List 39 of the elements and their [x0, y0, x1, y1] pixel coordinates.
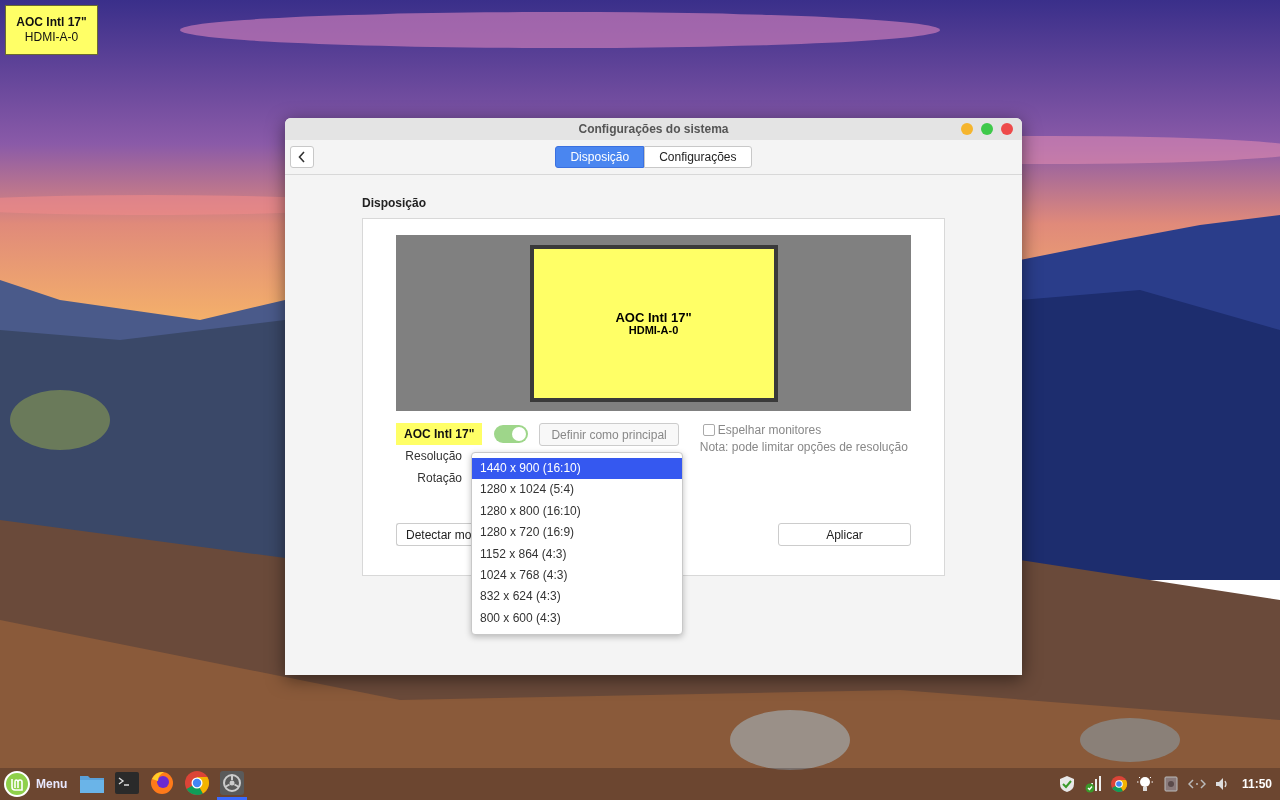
- dropdown-option[interactable]: 832 x 624 (4:3): [472, 586, 682, 608]
- dropdown-option[interactable]: 800 x 600 (4:3): [472, 607, 682, 630]
- apply-button[interactable]: Aplicar: [778, 523, 911, 546]
- field-label: Rotação: [416, 471, 462, 485]
- section-title: Disposição: [362, 196, 427, 210]
- window-title: Configurações do sistema: [578, 122, 729, 136]
- monitor-name: AOC Intl 17": [16, 15, 87, 30]
- field-label: Resolução: [404, 449, 462, 463]
- tab[interactable]: Configurações: [644, 146, 752, 168]
- tab[interactable]: Disposição: [555, 146, 645, 168]
- monitor-name: AOC Intl 17": [615, 310, 692, 324]
- back-button[interactable]: [290, 146, 314, 168]
- chrome-icon: [183, 768, 212, 797]
- dropdown-option[interactable]: 1280 x 720 (16:9): [472, 522, 682, 544]
- menu-button[interactable]: Menu: [4, 771, 68, 797]
- note-text: Nota: pode limitar opções de resolução: [699, 440, 908, 454]
- dropdown-option[interactable]: 1280 x 800 (16:10): [472, 500, 682, 523]
- dropdown-option[interactable]: 1440 x 900 (16:10): [472, 458, 682, 480]
- checkbox-label: Espelhar monitores: [717, 423, 822, 437]
- applet-icon[interactable]: [1161, 775, 1180, 793]
- shield-icon[interactable]: [1057, 775, 1076, 793]
- chevron-left-icon: [298, 151, 306, 163]
- close-button[interactable]: [1001, 123, 1013, 135]
- monitor-preview[interactable]: AOC Intl 17" HDMI-A-0: [529, 245, 778, 402]
- lightbulb-icon[interactable]: [1135, 775, 1154, 793]
- gear-icon: [218, 768, 247, 797]
- toggle-switch[interactable]: [494, 425, 529, 443]
- dropdown-option[interactable]: 1280 x 1024 (5:4): [472, 479, 682, 501]
- checkbox[interactable]: [702, 424, 715, 436]
- monitor-port: HDMI-A-0: [24, 30, 79, 45]
- detect-button[interactable]: Detectar mo: [396, 523, 471, 546]
- launcher-button[interactable]: [217, 768, 248, 800]
- clock[interactable]: 11:50: [1241, 777, 1272, 791]
- dropdown-option[interactable]: 1152 x 864 (4:3): [472, 543, 682, 565]
- monitor-port: HDMI-A-0: [628, 323, 679, 337]
- monitor-name: AOC Intl 17": [396, 423, 483, 445]
- dropdown-option[interactable]: 1024 x 768 (4:3): [472, 564, 682, 587]
- network-icon[interactable]: [1083, 775, 1102, 793]
- chrome-icon[interactable]: [1109, 775, 1128, 793]
